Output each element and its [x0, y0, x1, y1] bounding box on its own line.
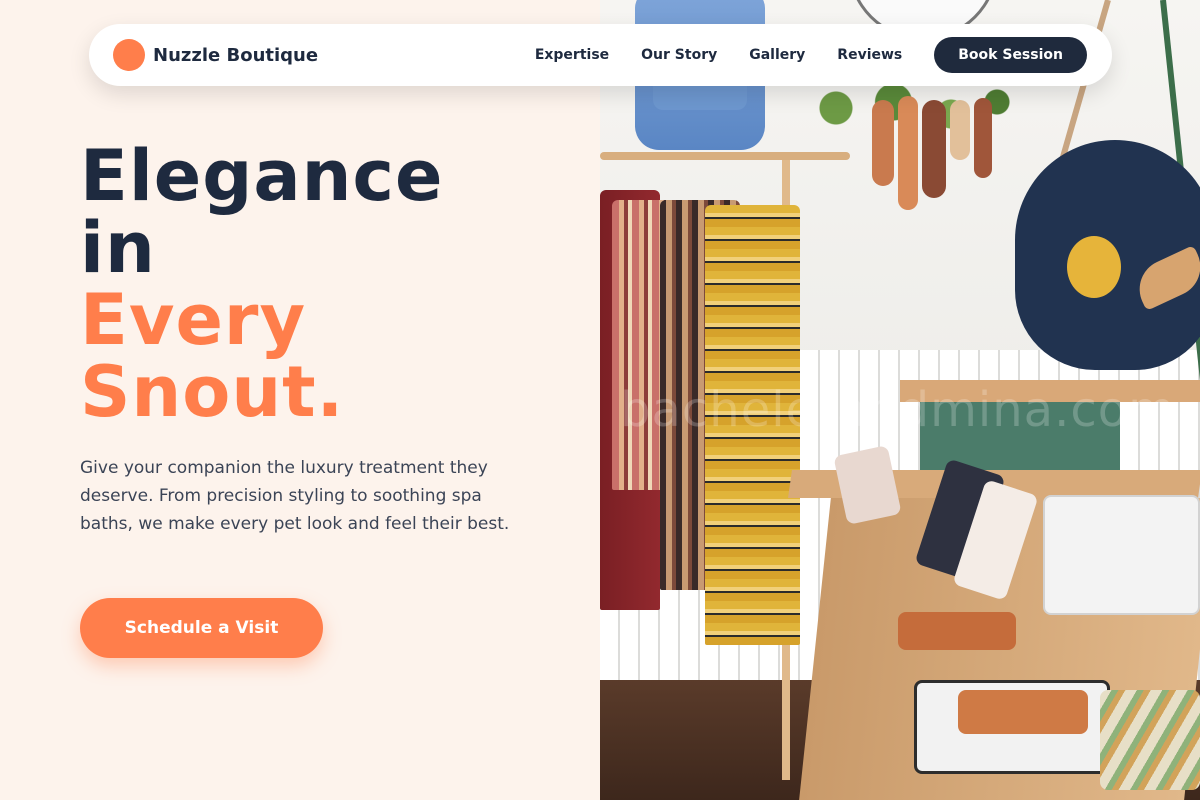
photo-leather-pouch — [958, 690, 1088, 734]
photo-textile — [1100, 690, 1200, 790]
photo-wood-ornament — [922, 100, 946, 198]
photo-white-bag — [1043, 495, 1200, 615]
schedule-visit-button[interactable]: Schedule a Visit — [80, 598, 323, 658]
photo-clothing-rail — [600, 152, 850, 160]
boutique-photo: bachelerandmina.com — [600, 0, 1200, 800]
top-navbar: Nuzzle Boutique Expertise Our Story Gall… — [89, 24, 1112, 86]
hero-title-accent-line: Snout. — [80, 351, 345, 433]
photo-wood-ornament — [974, 98, 992, 178]
photo-wood-ornament — [898, 96, 918, 210]
hero-description: Give your companion the luxury treatment… — [80, 458, 510, 534]
brand-name[interactable]: Nuzzle Boutique — [153, 45, 318, 66]
nav-link-gallery[interactable]: Gallery — [749, 47, 805, 63]
nav-link-reviews[interactable]: Reviews — [837, 47, 902, 63]
nav-link-our-story[interactable]: Our Story — [641, 47, 717, 63]
nav-links: Expertise Our Story Gallery Reviews Book… — [535, 37, 1087, 73]
hero-title-line: Elegance — [80, 135, 444, 217]
book-session-button[interactable]: Book Session — [934, 37, 1087, 73]
photo-leather-pouch — [898, 612, 1016, 650]
photo-wood-ornament — [950, 100, 970, 160]
hero-title-accent-line: Every — [80, 279, 307, 361]
photo-watermark: bachelerandmina.com — [620, 382, 1176, 438]
hero-title: Elegance in Every Snout. — [80, 140, 580, 428]
hero-title-line: in — [80, 207, 156, 289]
photo-wood-ornament — [872, 100, 894, 186]
nav-link-expertise[interactable]: Expertise — [535, 47, 609, 63]
logo-icon[interactable] — [113, 39, 145, 71]
photo-navy-bag — [1015, 140, 1200, 370]
